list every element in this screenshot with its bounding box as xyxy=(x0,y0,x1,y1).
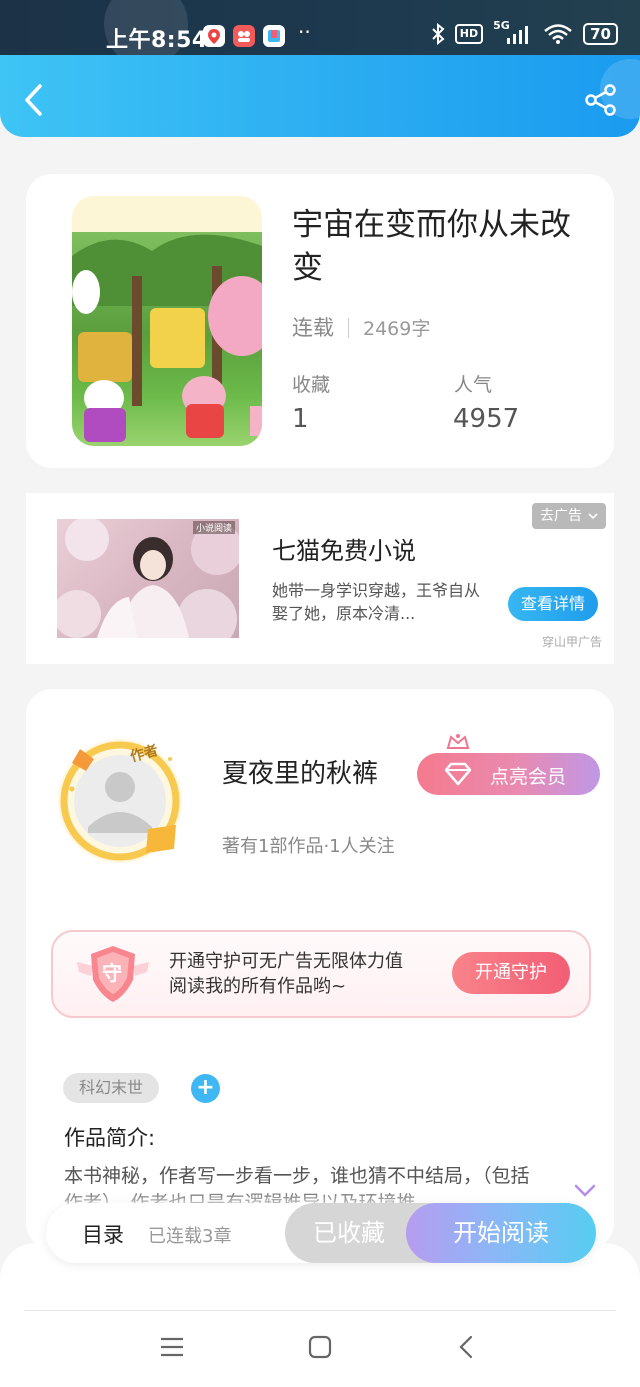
cover-illustration xyxy=(72,196,262,442)
chevron-down-icon[interactable] xyxy=(574,1184,596,1198)
ad-banner[interactable]: 小说阅读 七猫免费小说 她带一身学识穿越，王爷自从娶了她，原本冷清... 去广告… xyxy=(26,493,614,664)
avatar-frame xyxy=(58,739,182,863)
nav-divider xyxy=(24,1310,616,1311)
activate-guard-button[interactable]: 开通守护 xyxy=(452,952,570,994)
ad-source: 穿山甲广告 xyxy=(541,635,602,649)
guard-text: 开通守护可无广告无限体力值 阅读我的所有作品哟~ xyxy=(169,949,403,999)
table-of-contents-button[interactable]: 目录 xyxy=(82,1219,124,1249)
popularity-label: 人气 xyxy=(454,374,493,396)
chevron-down-icon xyxy=(588,513,599,520)
top-bar xyxy=(0,55,640,137)
menu-icon[interactable] xyxy=(160,1336,184,1358)
popularity-count: 4957 xyxy=(453,404,520,434)
author-stats: 著有1部作品·1人关注 xyxy=(222,836,395,857)
status-bar: 上午8:54 ·· HD 5G 70 xyxy=(0,0,640,60)
clock: 上午8:54 xyxy=(106,28,208,53)
ad-photo xyxy=(57,519,239,638)
favorites-label: 收藏 xyxy=(292,374,331,396)
chapter-status[interactable]: 已连载3章 xyxy=(148,1222,231,1248)
view-details-button[interactable]: 查看详情 xyxy=(508,587,598,621)
diamond-icon xyxy=(444,762,472,786)
ad-image-caption: 小说阅读 xyxy=(192,521,235,534)
remove-ad-label: 去广告 xyxy=(540,508,582,524)
bottom-action-bar: 目录 已连载3章 已收藏 开始阅读 xyxy=(46,1203,596,1263)
remove-ad-button[interactable]: 去广告 xyxy=(532,503,607,529)
more-notifications-icon: ·· xyxy=(298,20,311,44)
ad-title: 七猫免费小说 xyxy=(272,537,416,565)
book-title: 宇宙在变而你从未改变 xyxy=(292,207,571,286)
author-avatar[interactable]: 作者 xyxy=(50,729,190,869)
vip-button-label: 点亮会员 xyxy=(490,766,567,788)
guard-badge: 守 xyxy=(102,961,122,985)
genre-tag[interactable]: 科幻末世 xyxy=(63,1073,159,1103)
guard-line-2: 阅读我的所有作品哟~ xyxy=(169,976,347,997)
favorites-count: 1 xyxy=(292,404,309,434)
add-tag-button[interactable]: + xyxy=(191,1074,220,1103)
author-card: 作者 夏夜里的秋裤 著有1部作品·1人关注 点亮会员 守 开通守护可无广告无限体… xyxy=(26,689,614,1249)
guard-line-1: 开通守护可无广告无限体力值 xyxy=(169,951,403,972)
reader-app-icon xyxy=(263,25,285,47)
share-button[interactable] xyxy=(584,83,618,117)
status-indicators: HD 5G 70 xyxy=(431,19,618,46)
hd-badge: HD xyxy=(454,24,484,44)
back-button[interactable] xyxy=(18,82,50,118)
signal-icon: 5G xyxy=(493,19,533,46)
crown-icon xyxy=(446,734,470,749)
wifi-icon xyxy=(544,24,572,44)
favorited-label: 已收藏 xyxy=(313,1219,385,1247)
chat-app-icon xyxy=(233,25,255,47)
maps-app-icon xyxy=(203,25,225,47)
system-nav-bar xyxy=(0,1243,640,1387)
book-cover-image[interactable] xyxy=(72,196,262,446)
bluetooth-icon xyxy=(432,23,445,45)
ad-description: 她带一身学识穿越，王爷自从娶了她，原本冷清... xyxy=(272,581,481,623)
serial-status: 连载 xyxy=(292,316,334,340)
meta-divider xyxy=(348,318,349,338)
share-icon xyxy=(585,84,616,116)
ad-image[interactable]: 小说阅读 xyxy=(57,519,239,638)
chevron-left-icon xyxy=(25,84,42,116)
book-meta: 连载 2469字 xyxy=(292,312,430,342)
author-name: 夏夜里的秋裤 xyxy=(222,759,379,789)
home-icon[interactable] xyxy=(308,1335,332,1359)
start-reading-button[interactable]: 开始阅读 xyxy=(406,1203,596,1263)
plus-icon: + xyxy=(196,1075,215,1100)
battery-indicator: 70 xyxy=(583,23,618,45)
book-info-card: 宇宙在变而你从未改变 连载 2469字 收藏 1 人气 4957 xyxy=(26,174,614,468)
intro-label: 作品简介: xyxy=(64,1126,156,1150)
word-count: 2469字 xyxy=(363,318,431,340)
guard-banner[interactable]: 守 开通守护可无广告无限体力值 阅读我的所有作品哟~ 开通守护 xyxy=(51,930,591,1018)
back-icon[interactable] xyxy=(458,1335,474,1359)
activate-vip-button[interactable]: 点亮会员 xyxy=(417,753,600,795)
